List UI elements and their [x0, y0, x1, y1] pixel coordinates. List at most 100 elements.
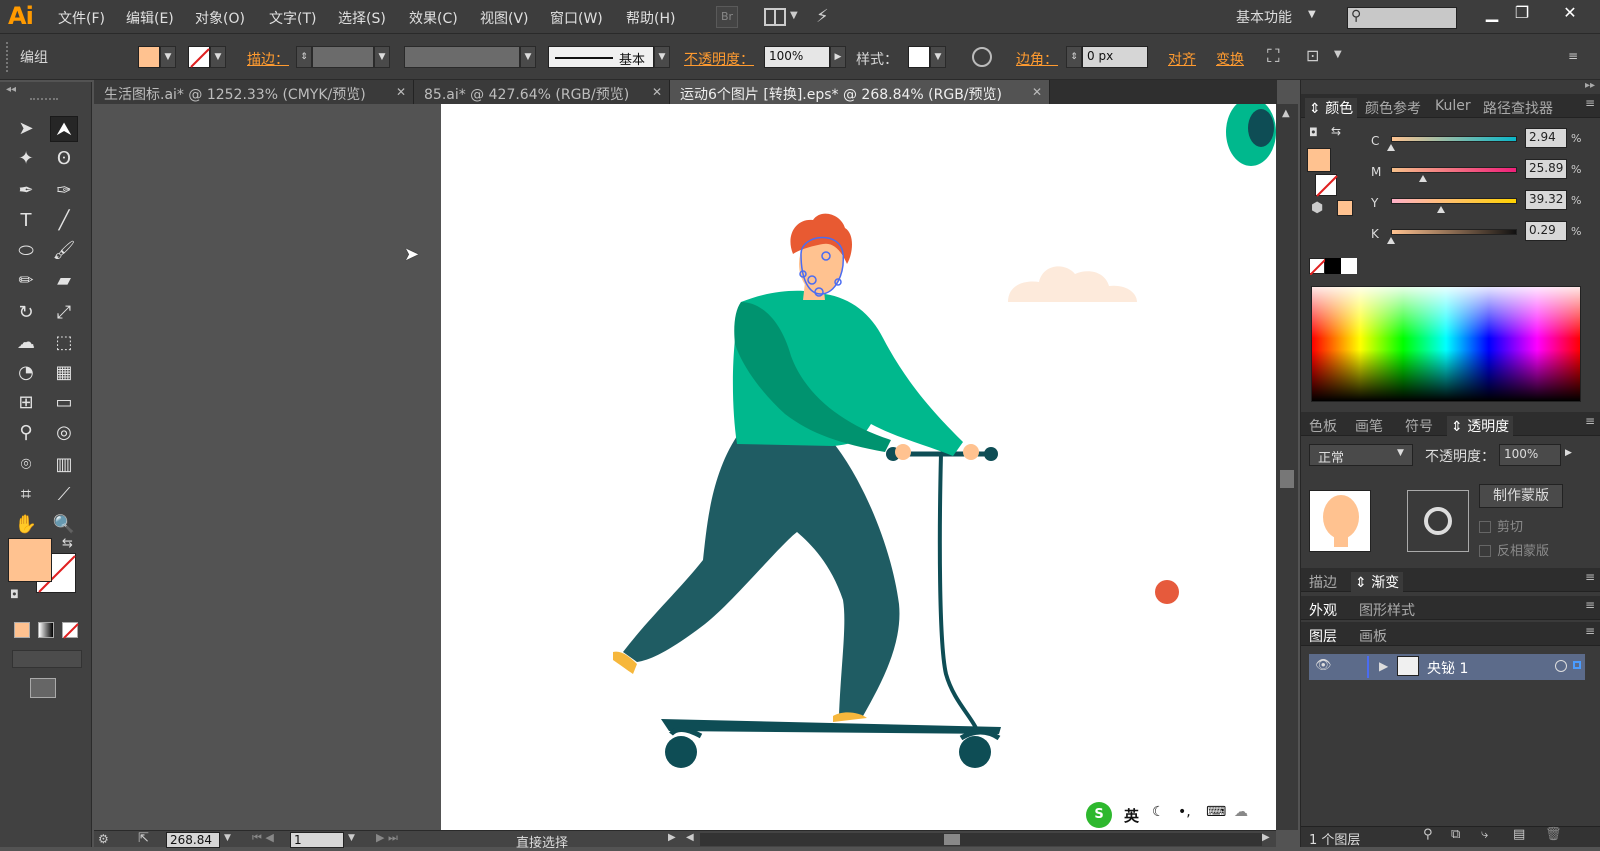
menu-object[interactable]: 对象(O) [195, 8, 245, 28]
default-colors-icon[interactable]: ◘ [1309, 126, 1318, 139]
brush-definition-field[interactable]: 基本 [548, 46, 654, 68]
menu-view[interactable]: 视图(V) [480, 8, 529, 28]
stroke-swatch[interactable] [188, 46, 210, 68]
next-artboard-icon[interactable]: ▶ ⏭ [376, 831, 398, 845]
menu-window[interactable]: 窗口(W) [550, 8, 603, 28]
value-m[interactable]: 25.89 [1525, 159, 1567, 179]
slider-thumb-m[interactable] [1419, 175, 1427, 182]
workspace-switcher[interactable]: 基本功能 [1236, 7, 1292, 27]
screen-mode-icon[interactable] [30, 678, 56, 698]
chevron-down-icon[interactable]: ▼ [520, 46, 536, 68]
bridge-button[interactable]: Br [716, 6, 738, 28]
panel-menu-icon[interactable]: ≡ [1568, 49, 1578, 63]
new-layer-icon[interactable]: ▤ [1513, 827, 1525, 842]
horizontal-scrollbar[interactable] [700, 833, 1262, 846]
tab-color[interactable]: ⇕ 颜色 [1305, 98, 1358, 118]
gradient-mode-icon[interactable] [38, 622, 54, 638]
pen-tool-icon[interactable]: ✒ [12, 178, 40, 204]
shape-builder-tool-icon[interactable]: ◔ [12, 360, 40, 386]
slider-m[interactable] [1391, 167, 1517, 173]
panel-menu-icon[interactable]: ≡ [1585, 598, 1595, 612]
tab-graphic-styles[interactable]: 图形样式 [1359, 600, 1415, 620]
corner-radius-field[interactable]: 0 px [1082, 46, 1148, 68]
corner-link[interactable]: 边角： [1016, 49, 1058, 69]
first-artboard-icon[interactable]: ⏮ ◀ [252, 831, 274, 845]
slider-thumb-y[interactable] [1437, 206, 1445, 213]
rotate-tool-icon[interactable]: ↻ [12, 300, 40, 326]
stroke-link[interactable]: 描边： [247, 49, 289, 69]
recolor-artwork-icon[interactable] [972, 47, 992, 67]
tab-pathfinder[interactable]: 路径查找器 [1483, 98, 1553, 118]
none-mode-icon[interactable] [62, 622, 79, 639]
fill-color-box[interactable] [1307, 148, 1331, 172]
default-colors-icon[interactable]: ◘ [10, 588, 19, 601]
selection-indicator[interactable] [1573, 661, 1581, 669]
swap-colors-icon[interactable]: ⇆ [62, 536, 73, 551]
stroke-weight-stepper[interactable]: ⇕ [296, 46, 312, 68]
moon-icon[interactable]: ☾ [1152, 804, 1165, 820]
collapse-icon[interactable]: ▸▸ [1585, 80, 1595, 91]
chevron-down-icon[interactable]: ▼ [930, 46, 946, 68]
search-icon[interactable]: ⚲ [1423, 827, 1433, 842]
opacity-field[interactable]: 100% [1499, 444, 1561, 466]
pencil-tool-icon[interactable]: ✏ [12, 268, 40, 294]
artboard-tool-icon[interactable]: ⌗ [12, 482, 40, 508]
global-edit-icon[interactable]: ⊡ [1306, 46, 1319, 65]
slider-thumb-c[interactable] [1387, 144, 1395, 151]
tab-document-2[interactable]: 85.ai* @ 427.64% (RGB/预览) ✕ [414, 80, 670, 104]
hand-tool-icon[interactable]: ✋ [12, 512, 40, 538]
close-icon[interactable]: ✕ [396, 85, 406, 99]
close-icon[interactable]: ✕ [1032, 85, 1042, 99]
slider-thumb-k[interactable] [1387, 237, 1395, 244]
chevron-down-icon[interactable]: ▼ [1334, 49, 1342, 60]
make-clipping-mask-icon[interactable]: ⧉ [1451, 827, 1460, 842]
tab-brushes[interactable]: 画笔 [1355, 416, 1383, 436]
mesh-tool-icon[interactable]: ⊞ [12, 390, 40, 416]
eyedropper-tool-icon[interactable]: ⚲ [12, 420, 40, 446]
curvature-tool-icon[interactable]: ✑ [50, 178, 78, 204]
chevron-down-icon[interactable]: ▼ [224, 833, 231, 843]
tab-kuler[interactable]: Kuler [1435, 98, 1471, 114]
chevron-down-icon[interactable]: ▼ [348, 833, 355, 843]
gradient-tool-icon[interactable]: ▭ [50, 390, 78, 416]
scroll-right-icon[interactable]: ▶ [1262, 832, 1270, 843]
tab-stroke[interactable]: 描边 [1309, 572, 1337, 592]
mask-thumbnail[interactable] [1407, 490, 1469, 552]
chevron-down-icon[interactable]: ▼ [654, 46, 670, 68]
value-k[interactable]: 0.29 [1525, 221, 1567, 241]
keyboard-icon[interactable]: ⌨ [1206, 804, 1226, 820]
isolate-group-icon[interactable]: ⛶ [1267, 46, 1280, 67]
panel-menu-icon[interactable]: ≡ [1585, 414, 1595, 428]
menu-select[interactable]: 选择(S) [338, 8, 386, 28]
color-mode-icon[interactable] [14, 622, 30, 638]
chevron-down-icon[interactable]: ▼ [210, 46, 226, 68]
graphic-style-swatch[interactable] [908, 46, 930, 68]
ime-language[interactable]: 英 [1124, 805, 1139, 826]
stroke-weight-field[interactable] [312, 46, 374, 68]
line-tool-icon[interactable]: ╱ [50, 208, 78, 234]
arrange-documents-icon[interactable] [764, 8, 786, 26]
none-color-button[interactable] [1309, 258, 1327, 276]
panel-menu-icon[interactable]: ≡ [1585, 624, 1595, 638]
opacity-field[interactable]: 100% [764, 46, 830, 68]
drawing-modes[interactable] [12, 650, 82, 668]
stroke-color-box[interactable] [1315, 174, 1338, 197]
transform-link[interactable]: 变换 [1216, 49, 1244, 69]
tab-transparency[interactable]: ⇕ 透明度 [1447, 416, 1514, 436]
selection-tool-icon[interactable]: ➤ [12, 116, 40, 142]
black-color-button[interactable] [1325, 258, 1341, 274]
artboard[interactable] [441, 98, 1276, 830]
tab-swatches[interactable]: 色板 [1309, 416, 1337, 436]
tab-appearance[interactable]: 外观 [1309, 600, 1337, 620]
ellipse-tool-icon[interactable]: ⬭ [12, 238, 40, 264]
opacity-link[interactable]: 不透明度： [684, 49, 754, 69]
panel-menu-icon[interactable]: ≡ [1585, 570, 1595, 584]
menu-effect[interactable]: 效果(C) [409, 8, 458, 28]
tab-document-1[interactable]: 生活图标.ai* @ 1252.33% (CMYK/预览) ✕ [94, 80, 414, 104]
scrollbar-thumb[interactable] [1280, 470, 1294, 488]
skin-icon[interactable]: ☁ [1234, 804, 1248, 820]
slider-c[interactable] [1391, 136, 1517, 142]
scale-tool-icon[interactable]: ⤢ [50, 300, 78, 326]
share-icon[interactable]: ⇱ [138, 831, 149, 846]
blend-tool-icon[interactable]: ◎ [50, 420, 78, 446]
